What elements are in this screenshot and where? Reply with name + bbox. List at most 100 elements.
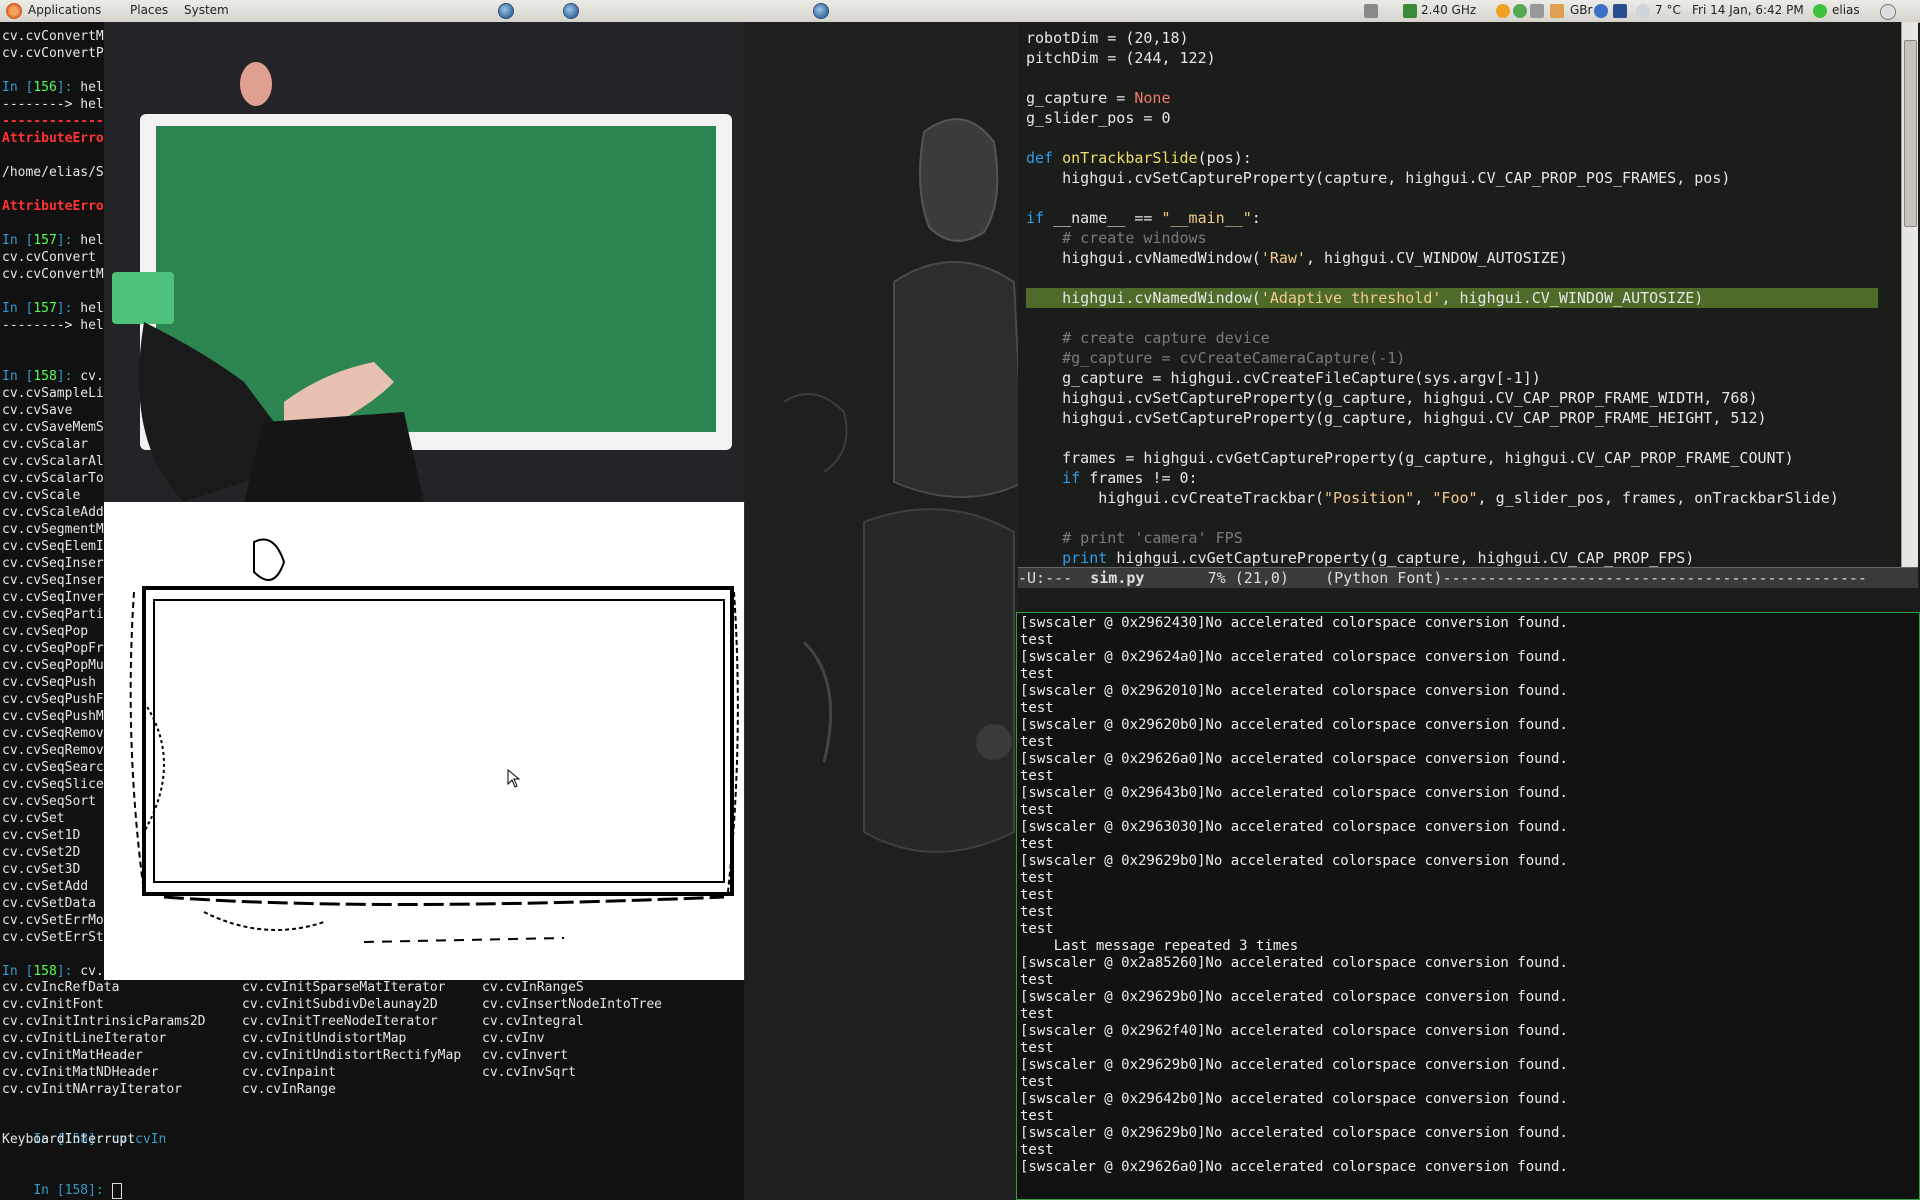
keyboard-interrupt: KeyboardInterrupt — [2, 1132, 136, 1147]
terminal-line: In [157]: hel — [2, 301, 104, 316]
completion-item: cv.cvIncRefData — [2, 980, 120, 995]
power-icon[interactable] — [1880, 4, 1896, 20]
terminal-line: cv.cvConvertM — [2, 29, 104, 44]
network-icon[interactable] — [1513, 4, 1527, 18]
output-line: [swscaler @ 0x2a85260]No accelerated col… — [1020, 955, 1568, 971]
terminal-line: cv.cvSeqParti — [2, 607, 104, 622]
output-line: test — [1020, 972, 1054, 988]
web-browser-launcher-icon[interactable] — [498, 3, 514, 19]
code-line[interactable]: robotDim = (20,18) — [1026, 28, 1189, 48]
emacs-editor[interactable]: robotDim = (20,18) pitchDim = (244, 122) g… — [1018, 22, 1918, 608]
bluetooth-icon[interactable] — [1594, 4, 1608, 18]
code-line[interactable]: g_capture = highgui.cvCreateFileCapture(… — [1026, 368, 1541, 388]
terminal-line: cv.cvSetErrSt — [2, 930, 104, 945]
output-line: [swscaler @ 0x2962430]No accelerated col… — [1020, 615, 1568, 631]
ubuntu-logo-icon[interactable] — [6, 3, 22, 19]
completion-item: cv.cvInv — [482, 1031, 545, 1046]
output-line: [swscaler @ 0x29629b0]No accelerated col… — [1020, 989, 1568, 1005]
editor-scrollbar[interactable] — [1901, 22, 1918, 567]
output-line: [swscaler @ 0x29629b0]No accelerated col… — [1020, 1057, 1568, 1073]
code-line[interactable]: # create windows — [1026, 228, 1207, 248]
completion-item: cv.cvInRange — [242, 1082, 336, 1097]
completion-item: cv.cvInpaint — [242, 1065, 336, 1080]
terminal-line: /home/elias/S — [2, 165, 104, 180]
clock[interactable]: Fri 14 Jan, 6:42 PM — [1692, 3, 1804, 17]
completion-item: cv.cvInitLineIterator — [2, 1031, 167, 1046]
completion-column-3: cv.cvInRangeS cv.cvInsertNodeIntoTree cv.c… — [482, 979, 662, 1081]
applications-menu[interactable]: Applications — [28, 3, 101, 17]
terminal-line: cv.cvSeqPush — [2, 675, 96, 690]
terminal-line: cv.cvScalarAl — [2, 454, 104, 469]
code-line[interactable]: frames = highgui.cvGetCaptureProperty(g_… — [1026, 448, 1794, 468]
places-menu[interactable]: Places — [130, 3, 168, 17]
code-line[interactable]: #g_capture = cvCreateCameraCapture(-1) — [1026, 348, 1405, 368]
completion-item: cv.cvInitMatHeader — [2, 1048, 143, 1063]
terminal-line: cv.cvSet — [2, 811, 65, 826]
code-line[interactable]: def onTrackbarSlide(pos): — [1026, 148, 1252, 168]
system-menu[interactable]: System — [184, 3, 229, 17]
output-line: [swscaler @ 0x2962f40]No accelerated col… — [1020, 1023, 1568, 1039]
weather-cloud-icon[interactable] — [1636, 4, 1650, 18]
output-line: test — [1020, 1142, 1054, 1158]
terminal-line: AttributeErro — [2, 131, 104, 146]
code-line[interactable]: highgui.cvCreateTrackbar("Position", "Fo… — [1026, 488, 1839, 508]
completion-item: cv.cvInRangeS — [482, 980, 584, 995]
sketch-figure-image — [744, 22, 1018, 1200]
web-browser-launcher-icon[interactable] — [813, 3, 829, 19]
user-status-icon[interactable] — [1813, 4, 1827, 18]
signal-strength-icon[interactable] — [1613, 4, 1627, 18]
raw-video-window[interactable] — [104, 22, 744, 502]
program-output-terminal[interactable]: [swscaler @ 0x2962430]No accelerated col… — [1016, 612, 1920, 1200]
major-mode: (Python Font) — [1325, 569, 1443, 587]
output-line: test — [1020, 870, 1054, 886]
cpu-freq-icon[interactable] — [1403, 4, 1417, 18]
terminal-line: cv.cvSeqSort — [2, 794, 96, 809]
code-line[interactable]: # create capture device — [1026, 328, 1270, 348]
terminal-line: cv.cvSet2D — [2, 845, 81, 860]
notification-icon[interactable] — [1550, 4, 1564, 18]
code-line[interactable]: highgui.cvSetCaptureProperty(capture, hi… — [1026, 168, 1730, 188]
completion-item: cv.cvInitTreeNodeIterator — [242, 1014, 438, 1029]
scrollbar-thumb[interactable] — [1904, 40, 1917, 227]
code-line[interactable]: highgui.cvNamedWindow('Raw', highgui.CV_… — [1026, 248, 1568, 268]
current-code-line[interactable]: highgui.cvNamedWindow('Adaptive threshol… — [1026, 288, 1878, 308]
terminal-line: cv.cvSampleLi — [2, 386, 104, 401]
ipython-input-line[interactable]: In [158]: — [2, 1165, 122, 1200]
terminal-line: In [158]: cv. — [2, 964, 104, 979]
terminal-line: cv.cvSetAdd — [2, 879, 89, 894]
output-line: [swscaler @ 0x29643b0]No accelerated col… — [1020, 785, 1568, 801]
terminal-line: cv.cvSeqSlice — [2, 777, 104, 792]
weather-sun-icon[interactable] — [1496, 4, 1510, 18]
code-line[interactable]: # print 'camera' FPS — [1026, 528, 1243, 548]
terminal-line: cv.cvSetData — [2, 896, 96, 911]
code-line[interactable]: if frames != 0: — [1026, 468, 1197, 488]
web-browser-launcher-icon[interactable] — [563, 3, 579, 19]
text-cursor — [111, 1182, 122, 1199]
code-line[interactable]: g_capture = None — [1026, 88, 1171, 108]
printer-icon[interactable] — [1530, 4, 1544, 18]
screenshot-icon[interactable] — [1364, 4, 1378, 18]
output-line: [swscaler @ 0x29626a0]No accelerated col… — [1020, 751, 1568, 767]
terminal-line: In [158]: cv. — [2, 369, 104, 384]
output-line: test — [1020, 666, 1054, 682]
code-line[interactable]: print highgui.cvGetCaptureProperty(g_cap… — [1026, 548, 1694, 568]
code-line[interactable]: if __name__ == "__main__": — [1026, 208, 1261, 228]
code-line[interactable]: pitchDim = (244, 122) — [1026, 48, 1216, 68]
code-line[interactable]: g_slider_pos = 0 — [1026, 108, 1171, 128]
keyboard-layout[interactable]: GBr — [1570, 3, 1592, 17]
output-line: [swscaler @ 0x2962010]No accelerated col… — [1020, 683, 1568, 699]
completion-item: cv.cvInvSqrt — [482, 1065, 576, 1080]
terminal-line: --------------- — [2, 114, 120, 129]
adaptive-threshold-window[interactable] — [104, 502, 745, 980]
terminal-line: cv.cvSeqPop — [2, 624, 89, 639]
code-line[interactable]: highgui.cvSetCaptureProperty(g_capture, … — [1026, 408, 1766, 428]
completion-item: cv.cvInsertNodeIntoTree — [482, 997, 663, 1012]
emacs-modeline: -U:--- sim.py 7% (21,0) (Python Font)---… — [1018, 567, 1918, 589]
minibuffer[interactable] — [1018, 588, 1918, 608]
user-name[interactable]: elias — [1832, 3, 1860, 17]
terminal-line: cv.cvSet1D — [2, 828, 81, 843]
output-line: test — [1020, 836, 1054, 852]
code-line[interactable]: highgui.cvSetCaptureProperty(g_capture, … — [1026, 388, 1757, 408]
code-buffer[interactable]: robotDim = (20,18) pitchDim = (244, 122) g… — [1018, 22, 1902, 567]
output-line: test — [1020, 1040, 1054, 1056]
